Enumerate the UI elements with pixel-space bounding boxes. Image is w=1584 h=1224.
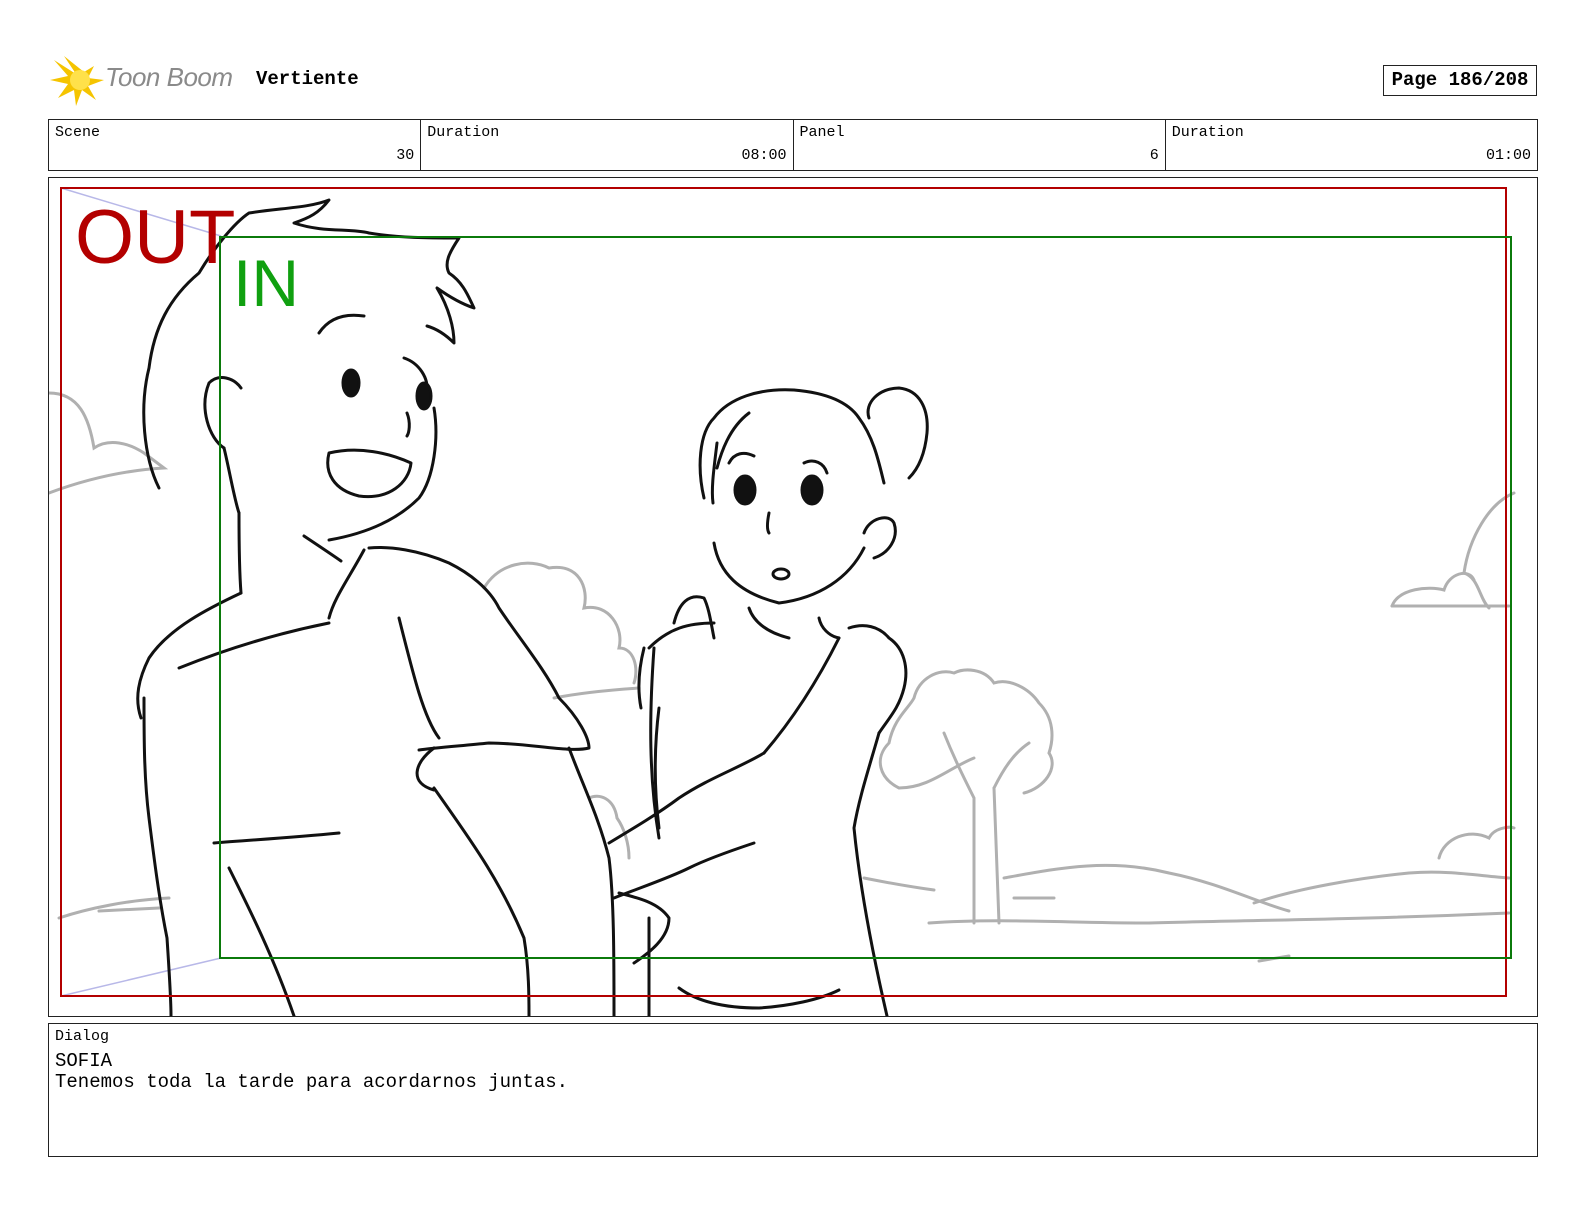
toon-boom-logo: Toon Boom <box>50 54 240 108</box>
scene-duration-label: Duration <box>427 124 500 141</box>
panel-cell: Panel 6 <box>794 120 1166 170</box>
panel-duration-cell: Duration 01:00 <box>1166 120 1537 170</box>
scene-duration-cell: Duration 08:00 <box>421 120 794 170</box>
panel-duration-value: 01:00 <box>1485 147 1531 164</box>
page-number: Page 186/208 <box>1383 65 1537 96</box>
logo-text: Toon Boom <box>105 62 233 92</box>
panel-label: Panel <box>799 124 845 141</box>
scene-cell: Scene 30 <box>49 120 422 170</box>
storyboard-panel: OUT IN <box>48 177 1538 1017</box>
project-title: Vertiente <box>256 68 359 90</box>
dialog-speaker: SOFIA <box>55 1050 113 1072</box>
dialog-label: Dialog <box>55 1028 110 1045</box>
in-frame <box>219 236 1512 959</box>
panel-value: 6 <box>1149 147 1159 164</box>
panel-info-table: Scene 30 Duration 08:00 Panel 6 Duration… <box>48 119 1538 171</box>
scene-label: Scene <box>55 124 101 141</box>
dialog-line: Tenemos toda la tarde para acordarnos ju… <box>55 1071 569 1093</box>
scene-value: 30 <box>396 147 415 164</box>
out-label: OUT <box>75 195 236 280</box>
scene-duration-value: 08:00 <box>741 147 787 164</box>
in-label: IN <box>233 246 299 320</box>
toon-boom-starburst-icon <box>50 56 104 106</box>
panel-duration-label: Duration <box>1171 124 1244 141</box>
dialog-box: Dialog SOFIA Tenemos toda la tarde para … <box>48 1023 1538 1157</box>
